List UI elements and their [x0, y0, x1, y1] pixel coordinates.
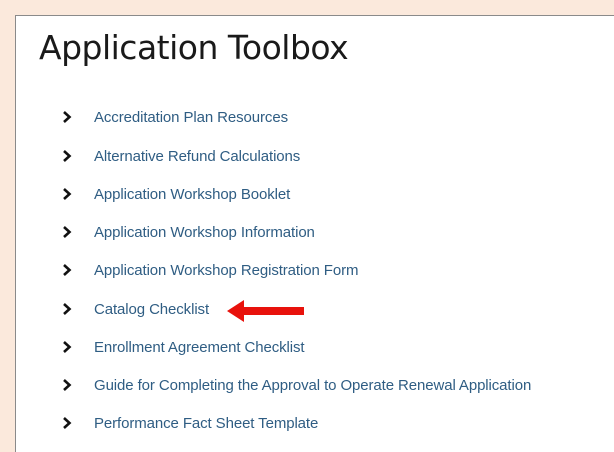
- link-guide-approval-to-operate-renewal[interactable]: Guide for Completing the Approval to Ope…: [94, 377, 531, 394]
- list-item[interactable]: Application Workshop Information: [60, 219, 315, 245]
- chevron-right-icon: [60, 378, 74, 392]
- link-accreditation-plan-resources[interactable]: Accreditation Plan Resources: [94, 109, 288, 126]
- chevron-right-icon: [60, 416, 74, 430]
- link-application-workshop-booklet[interactable]: Application Workshop Booklet: [94, 186, 290, 203]
- list-item[interactable]: Catalog Checklist: [60, 296, 209, 322]
- list-item[interactable]: Application Workshop Registration Form: [60, 257, 358, 283]
- chevron-right-icon: [60, 225, 74, 239]
- chevron-right-icon: [60, 149, 74, 163]
- list-item[interactable]: Accreditation Plan Resources: [60, 104, 288, 130]
- page-title: Application Toolbox: [39, 28, 349, 67]
- list-item[interactable]: Guide for Completing the Approval to Ope…: [60, 372, 531, 398]
- chevron-right-icon: [60, 340, 74, 354]
- link-performance-fact-sheet-template[interactable]: Performance Fact Sheet Template: [94, 415, 318, 432]
- list-item[interactable]: Alternative Refund Calculations: [60, 143, 300, 169]
- link-enrollment-agreement-checklist[interactable]: Enrollment Agreement Checklist: [94, 339, 305, 356]
- link-application-workshop-registration-form[interactable]: Application Workshop Registration Form: [94, 262, 358, 279]
- chevron-right-icon: [60, 110, 74, 124]
- link-application-workshop-information[interactable]: Application Workshop Information: [94, 224, 315, 241]
- chevron-right-icon: [60, 302, 74, 316]
- chevron-right-icon: [60, 263, 74, 277]
- content-panel: Application Toolbox Accreditation Plan R…: [15, 15, 614, 452]
- link-catalog-checklist[interactable]: Catalog Checklist: [94, 301, 209, 318]
- chevron-right-icon: [60, 187, 74, 201]
- list-item[interactable]: Enrollment Agreement Checklist: [60, 334, 305, 360]
- list-item[interactable]: Application Workshop Booklet: [60, 181, 290, 207]
- list-item[interactable]: Performance Fact Sheet Template: [60, 410, 318, 436]
- link-alternative-refund-calculations[interactable]: Alternative Refund Calculations: [94, 148, 300, 165]
- left-arrow-icon: [227, 300, 305, 322]
